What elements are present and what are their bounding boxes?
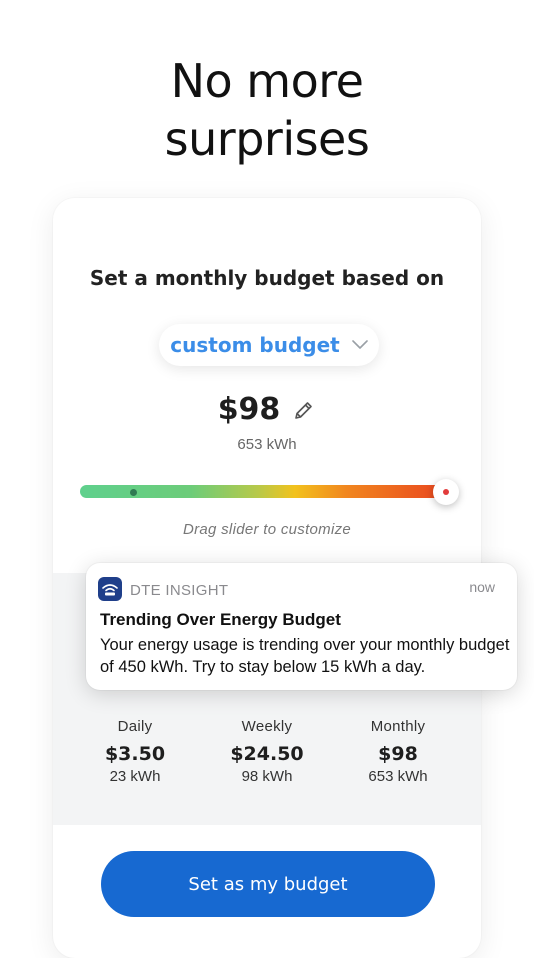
stat-kwh: 98 kWh [241,768,293,785]
stat-label: Weekly [241,718,293,735]
slider-min-marker [130,489,137,496]
headline-line-1: No more [170,54,364,108]
stat-value: $98 [378,743,418,765]
stat-label: Daily [117,718,153,735]
stat-weekly: Weekly $24.50 98 kWh [202,718,332,785]
wifi-icon [102,584,118,596]
set-budget-button[interactable]: Set as my budget [101,851,435,917]
budget-amount: $98 [217,392,281,427]
headline-line-2: surprises [164,112,370,166]
stat-daily: Daily $3.50 23 kWh [70,718,200,785]
notification-body: Your energy usage is trending over your … [100,636,510,676]
stat-value: $24.50 [230,743,304,765]
headline: No more surprises [0,52,534,168]
dte-insight-app-icon [98,577,122,601]
notification-time: now [469,579,495,595]
budget-prompt: Set a monthly budget based on [89,266,445,290]
stat-kwh: 23 kWh [109,768,161,785]
chevron-down-icon [351,340,368,349]
pencil-icon[interactable] [292,398,316,422]
notification-app-name: DTE INSIGHT [130,582,229,599]
budget-amount-row: $98 [53,392,481,427]
notification-title: Trending Over Energy Budget [100,610,341,629]
stat-kwh: 653 kWh [368,768,428,785]
stat-label: Monthly [370,718,426,735]
push-notification[interactable]: DTE INSIGHT now Trending Over Energy Bud… [86,563,517,690]
stat-monthly: Monthly $98 653 kWh [333,718,463,785]
budget-type-dropdown[interactable]: custom budget [159,324,379,366]
budget-slider-thumb[interactable] [433,479,459,505]
stat-value: $3.50 [104,743,166,765]
slider-caption: Drag slider to customize [182,521,352,538]
budget-type-selected: custom budget [170,333,340,357]
budget-kwh: 653 kWh [237,436,297,453]
